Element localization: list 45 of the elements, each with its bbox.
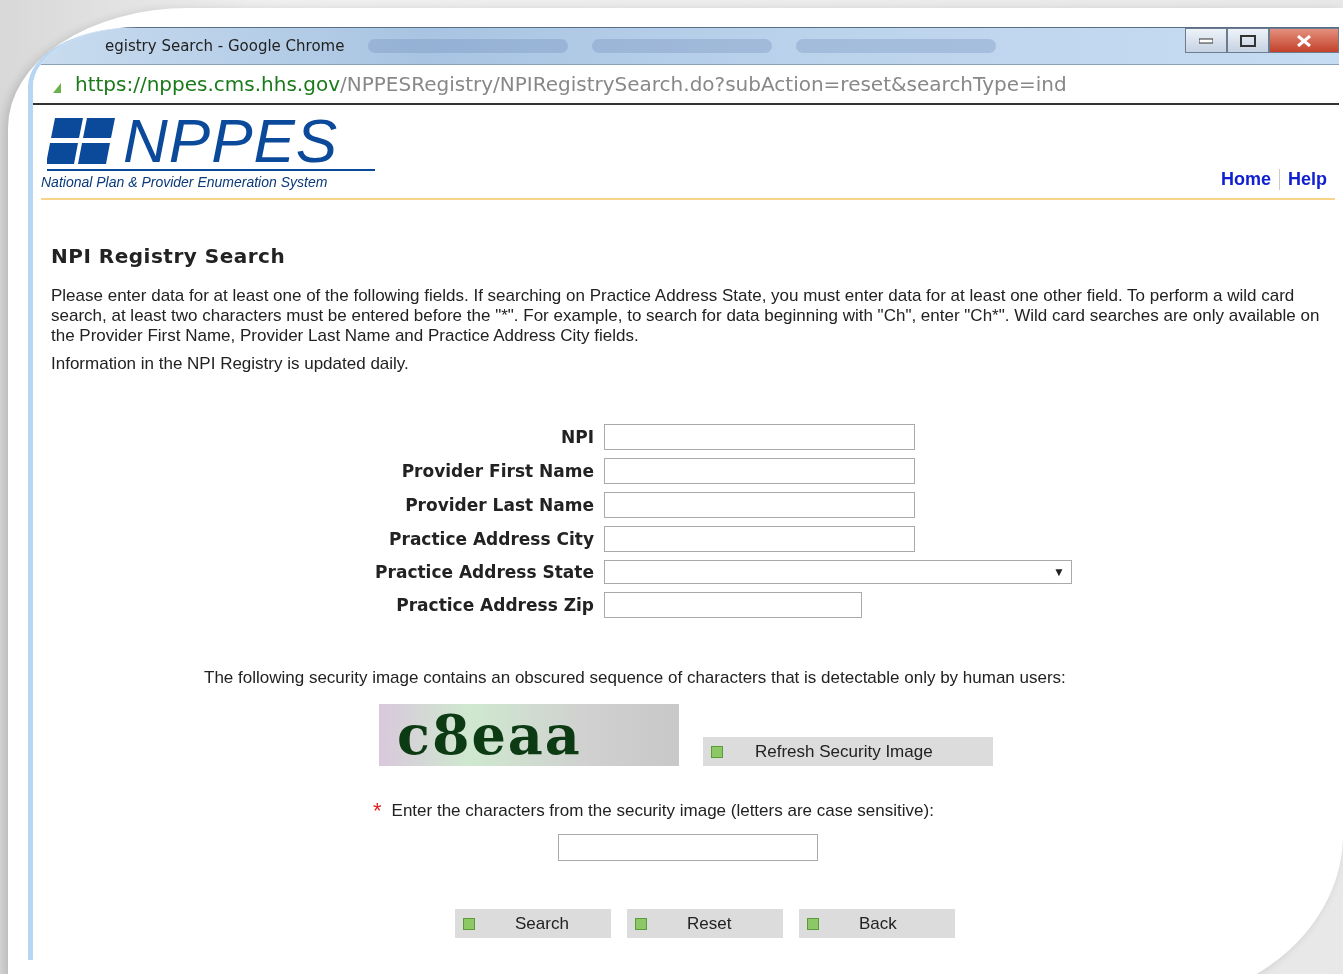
minimize-icon — [1199, 37, 1213, 44]
state-dropdown[interactable]: ▼ — [604, 560, 1072, 584]
action-button[interactable]: Reset — [627, 909, 783, 938]
field-label: Provider First Name — [400, 461, 594, 481]
close-button[interactable] — [1269, 28, 1339, 53]
nav-link[interactable]: Home — [1212, 169, 1279, 190]
tagline: National Plan & Provider Enumeration System — [41, 174, 329, 190]
nav-link[interactable]: Help — [1279, 169, 1335, 190]
action-button[interactable]: Back — [799, 909, 955, 938]
field-label: Practice Address State — [374, 562, 594, 582]
input-field[interactable] — [604, 492, 915, 518]
maximize-button[interactable] — [1227, 28, 1269, 53]
blurred-tab[interactable] — [368, 39, 569, 53]
logo-icon — [47, 118, 115, 164]
input-field[interactable] — [604, 592, 862, 618]
input-field[interactable] — [604, 458, 915, 484]
field-label: Provider Last Name — [404, 495, 594, 515]
security-text: The following security image contains an obscured sequence of characters that is detectable only by human users: — [204, 668, 1067, 688]
dropdown-arrow-icon: ▼ — [1053, 565, 1065, 579]
captcha-image: c8eaa — [379, 704, 679, 766]
captcha-prompt: Enter the characters from the security image (letters are case sensitive): — [391, 801, 934, 821]
action-button[interactable]: Search — [455, 909, 611, 938]
instructions: Please enter data for at least one of the following fields. If searching on Practice Address State, you must enter data for at least one other field. To perform a wild card search, at least two characters must be entered before the "*". For example, to search for data beginning with "Ch", enter "Ch*". Wild card searches are only available on the Provider First Name, Provider Last Name and Practice Address City fields. — [51, 286, 1321, 346]
field-label: Practice Address Zip — [395, 595, 594, 615]
input-field[interactable] — [604, 526, 915, 552]
maximize-icon — [1240, 34, 1256, 47]
blurred-tab[interactable] — [796, 39, 997, 53]
field-label: NPI — [560, 427, 594, 447]
field-label: Practice Address City — [388, 529, 594, 549]
input-field[interactable] — [604, 424, 915, 450]
close-icon — [1297, 34, 1311, 47]
blurred-tab[interactable] — [592, 39, 773, 53]
required-mark: * — [373, 798, 382, 824]
minimize-button[interactable] — [1185, 28, 1227, 53]
address-field[interactable]: https://nppes.cms.hhs.gov/NPPESRegistry/NPIRegistrySearch.do?subAction=reset&searchType=ind — [75, 72, 1067, 96]
page-heading: NPI Registry Search — [51, 244, 287, 268]
square-icon — [463, 917, 475, 930]
square-icon — [711, 745, 723, 758]
update-note: Information in the NPI Registry is updated daily. — [51, 354, 410, 374]
window-title: egistry Search - Google Chrome — [105, 37, 345, 55]
refresh-button[interactable]: Refresh Security Image — [703, 737, 993, 766]
square-icon — [807, 917, 819, 930]
captcha-field[interactable] — [558, 834, 818, 861]
logo: NPPES — [123, 113, 339, 169]
square-icon — [635, 917, 647, 930]
